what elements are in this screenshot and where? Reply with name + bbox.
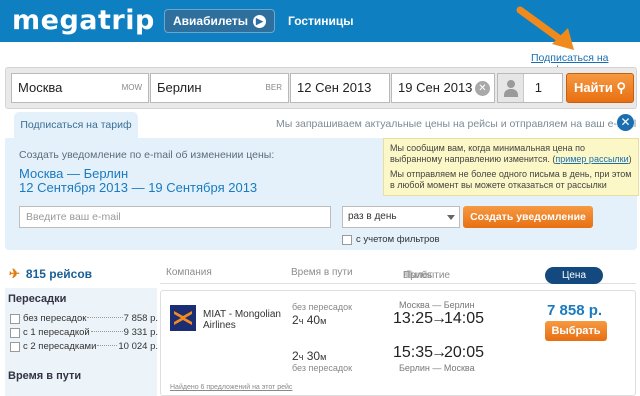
segment-duration: 2ч 40м <box>292 313 327 327</box>
origin-code: MOW <box>121 83 142 92</box>
clear-return-date-icon[interactable]: ✕ <box>475 81 490 96</box>
nav-flights-label: Авиабилеты <box>173 14 248 28</box>
destination-code: BER <box>265 83 282 92</box>
chevron-down-icon <box>447 215 455 220</box>
filters-label: с учетом фильтров <box>356 234 440 245</box>
segment-duration: 2ч 30м <box>292 349 327 363</box>
create-alert-button[interactable]: Создать уведомление <box>463 206 593 228</box>
frequency-select[interactable]: раз в день <box>342 206 460 228</box>
info-text-1: Мы сообщим вам, когда минимальная цена п… <box>390 143 632 164</box>
airplane-icon: ✈ <box>9 266 20 281</box>
segment-stops: без пересадок <box>292 302 353 312</box>
segment-stops: без пересадок <box>292 363 353 373</box>
stops-filter-title: Пересадки <box>8 293 67 305</box>
megatrip-logo[interactable]: megatrip <box>12 5 155 36</box>
col-duration[interactable]: Время в пути <box>291 267 353 278</box>
col-company[interactable]: Компания <box>166 267 212 278</box>
subscribe-tab[interactable]: Подписаться на тариф <box>14 112 138 138</box>
return-date-value: 19 Сен 2013 <box>398 80 473 95</box>
chevron-right-icon: ▶ <box>253 14 266 28</box>
newsletter-example-link[interactable]: пример рассылки <box>555 154 628 164</box>
passengers-input[interactable]: 1 <box>497 73 563 103</box>
passengers-count: 1 <box>534 80 542 95</box>
subscription-note: Мы запрашиваем актуальные цены на рейсы … <box>276 118 637 130</box>
search-form: Москва MOW Берлин BER 12 Сен 2013 19 Сен… <box>5 67 637 109</box>
results-header: Компания Время в пути Вылет Прибытие Цен… <box>160 264 636 284</box>
duration-filter-title: Время в пути <box>8 370 82 382</box>
info-text-2: Мы отправляем не более одного письма в д… <box>390 169 632 190</box>
stops-checkbox[interactable] <box>10 313 20 324</box>
search-button-label: Найти <box>573 80 613 95</box>
stops-filter-item[interactable]: с 2 пересадками 10 024 р. <box>10 341 158 352</box>
flights-count-text: 815 рейсов <box>25 267 93 281</box>
search-button[interactable]: Найти ⚲ <box>566 73 634 103</box>
origin-value: Москва <box>18 80 63 95</box>
stops-checkbox[interactable] <box>10 341 20 352</box>
destination-input[interactable]: Берлин BER <box>150 73 289 103</box>
col-price[interactable]: Цена <box>545 267 603 284</box>
subscription-route: Москва — Берлин <box>19 166 129 181</box>
frequency-value: раз в день <box>348 211 397 222</box>
filters-checkbox-row[interactable]: с учетом фильтров <box>342 234 440 245</box>
departure-time: 13:25 <box>393 310 434 327</box>
arrival-time: 20:05 <box>444 344 485 361</box>
subscription-description: Создать уведомление по e-mail об изменен… <box>19 149 275 161</box>
stops-checkbox[interactable] <box>10 327 20 338</box>
departure-date-input[interactable]: 12 Сен 2013 <box>290 73 390 103</box>
return-date-input[interactable]: 19 Сен 2013 ✕ <box>391 73 495 103</box>
subscription-dates: 12 Сентября 2013 — 19 Сентября 2013 <box>19 180 258 195</box>
origin-input[interactable]: Москва MOW <box>11 73 149 103</box>
filters-checkbox[interactable] <box>342 234 352 245</box>
segment-route: Берлин — Москва <box>399 363 475 373</box>
offers-found-link[interactable]: Найдено 6 предложений на этот рейс <box>170 384 292 391</box>
departure-time: 15:35 <box>393 344 434 361</box>
stops-filter-item[interactable]: без пересадок 7 858 р. <box>10 313 158 324</box>
flights-count: ✈ 815 рейсов <box>9 266 92 282</box>
airline-name: MIAT - Mongolian Airlines <box>203 309 281 331</box>
info-box: Мы сообщим вам, когда минимальная цена п… <box>383 138 639 196</box>
airline-logo <box>170 305 196 331</box>
destination-value: Берлин <box>157 80 202 95</box>
arrival-time: 14:05 <box>444 310 485 327</box>
nav-flights-tab[interactable]: Авиабилеты ▶ <box>164 9 275 33</box>
search-icon: ⚲ <box>616 80 627 95</box>
nav-hotels-tab[interactable]: Гостиницы <box>288 14 354 28</box>
email-field[interactable]: Введите ваш e-mail <box>19 206 331 228</box>
stops-filter-item[interactable]: с 1 пересадкой 9 331 р. <box>10 327 158 338</box>
subscription-panel: Создать уведомление по e-mail об изменен… <box>5 138 639 250</box>
choose-button[interactable]: Выбрать <box>545 321 607 341</box>
pointer-arrow-icon <box>516 6 574 50</box>
filters-sidebar: Пересадки без пересадок 7 858 р. с 1 пер… <box>5 288 158 396</box>
close-icon[interactable]: ✕ <box>617 114 634 131</box>
person-icon <box>498 74 524 102</box>
segment-route: Москва — Берлин <box>399 300 475 310</box>
flight-offer-card: MIAT - Mongolian Airlines без пересадок … <box>160 290 636 396</box>
offer-price: 7 858 р. <box>547 302 603 319</box>
